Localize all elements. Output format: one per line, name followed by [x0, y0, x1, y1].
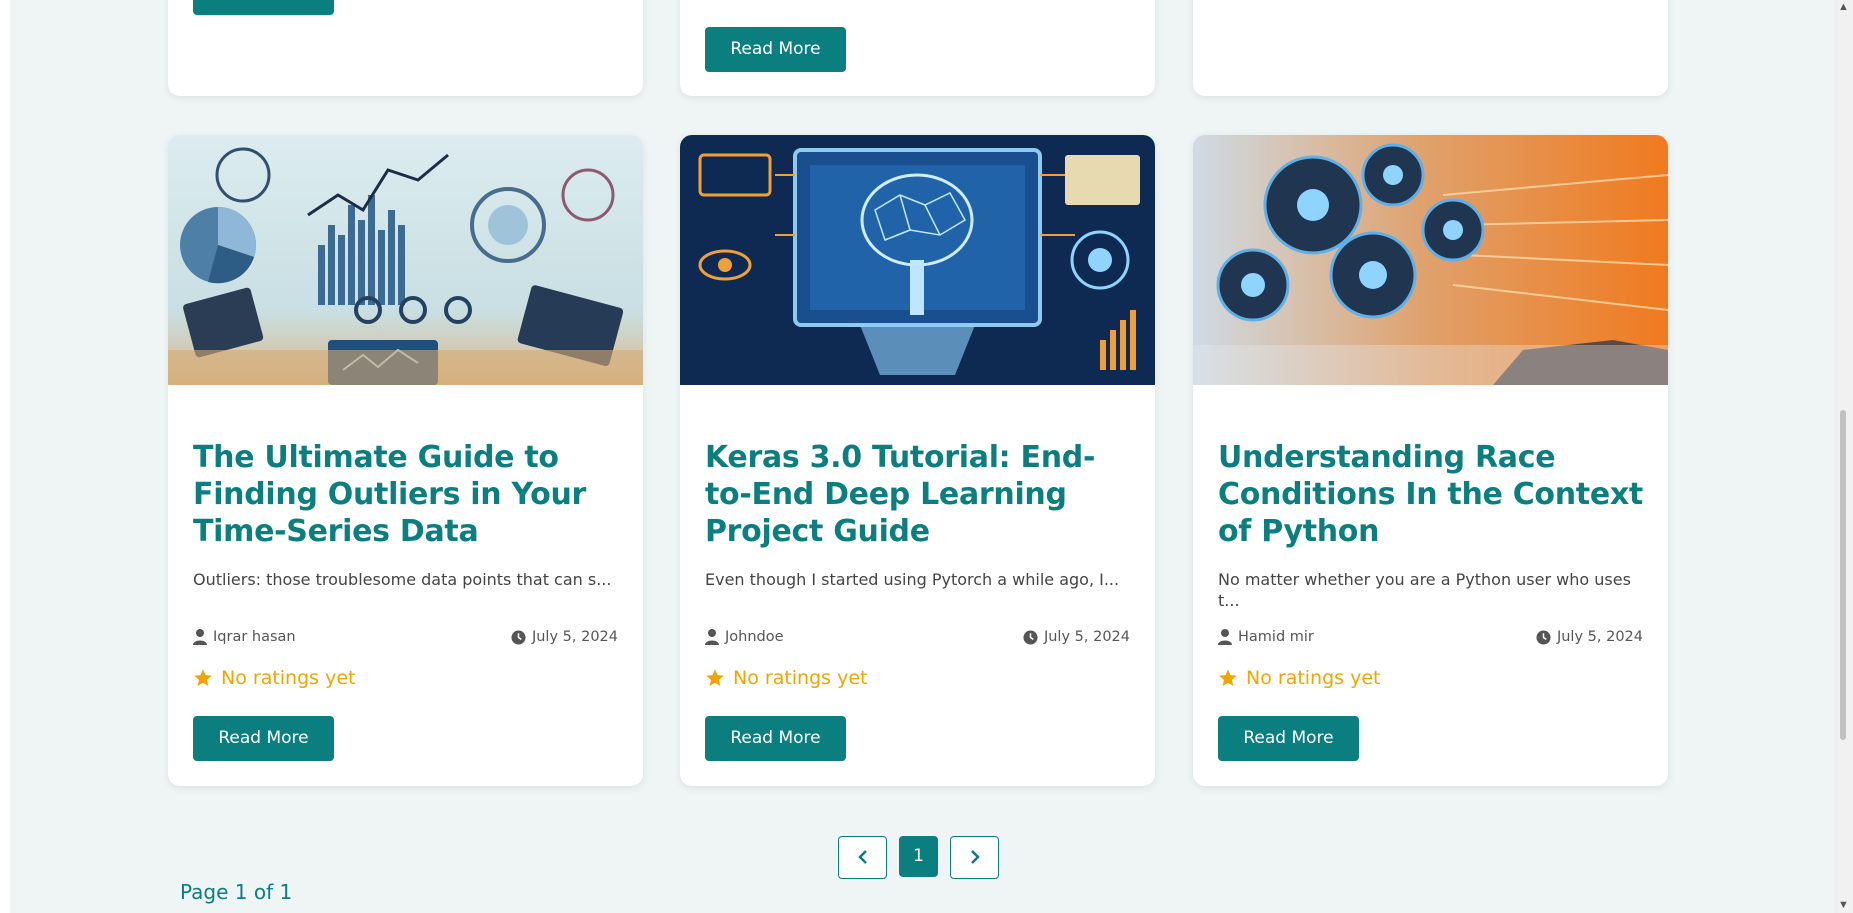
- scroll-down-icon[interactable]: ▼: [1834, 898, 1853, 912]
- post-card-top-3: [1193, 0, 1668, 96]
- pagination-next-button[interactable]: [950, 836, 999, 879]
- read-more-button[interactable]: Read More: [193, 716, 334, 761]
- rating-text: No ratings yet: [221, 667, 356, 689]
- post-title[interactable]: The Ultimate Guide to Finding Outliers i…: [193, 439, 628, 550]
- chevron-right-icon: [970, 850, 980, 864]
- read-more-button[interactable]: Read More: [1218, 716, 1359, 761]
- post-author: Iqrar hasan: [193, 629, 296, 645]
- chevron-left-icon: [857, 850, 867, 864]
- clock-icon: [1023, 629, 1038, 645]
- user-icon: [193, 629, 207, 645]
- post-thumbnail-image[interactable]: [168, 135, 643, 385]
- read-more-button[interactable]: Read More: [705, 716, 846, 761]
- author-name: Johndoe: [725, 629, 784, 645]
- post-date: July 5, 2024: [1023, 629, 1130, 645]
- user-icon: [705, 629, 719, 645]
- user-icon: [1218, 629, 1232, 645]
- rating-text: No ratings yet: [733, 667, 868, 689]
- post-rating: No ratings yet: [193, 667, 355, 689]
- post-rating: No ratings yet: [1218, 667, 1380, 689]
- post-date: July 5, 2024: [511, 629, 618, 645]
- star-icon: [1219, 669, 1237, 686]
- clock-icon: [1536, 629, 1551, 645]
- read-more-button[interactable]: Read More: [193, 0, 334, 15]
- date-text: July 5, 2024: [1556, 629, 1643, 645]
- post-rating: No ratings yet: [705, 667, 867, 689]
- author-name: Iqrar hasan: [213, 629, 296, 645]
- post-meta: Johndoe July 5, 2024: [705, 629, 1130, 649]
- star-icon: [706, 669, 724, 686]
- scrollbar-thumb[interactable]: [1840, 410, 1846, 740]
- post-date: July 5, 2024: [1536, 629, 1643, 645]
- post-title[interactable]: Understanding Race Conditions In the Con…: [1218, 439, 1653, 550]
- post-excerpt: No matter whether you are a Python user …: [1218, 570, 1631, 610]
- post-thumbnail-image[interactable]: [680, 135, 1155, 385]
- post-excerpt: Outliers: those troublesome data points …: [193, 570, 612, 589]
- post-thumbnail-image[interactable]: [1193, 135, 1668, 385]
- scroll-up-icon[interactable]: ▲: [1834, 0, 1853, 14]
- date-text: July 5, 2024: [1043, 629, 1130, 645]
- date-text: July 5, 2024: [531, 629, 618, 645]
- rating-text: No ratings yet: [1246, 667, 1381, 689]
- vertical-scrollbar[interactable]: ▲ ▼: [1834, 0, 1853, 913]
- left-edge: [0, 0, 10, 913]
- read-more-button[interactable]: Read More: [705, 27, 846, 72]
- post-card-top-2: Read More: [680, 0, 1155, 96]
- clock-icon: [511, 629, 526, 645]
- star-icon: [194, 669, 212, 686]
- post-card: Understanding Race Conditions In the Con…: [1193, 135, 1668, 786]
- post-author: Johndoe: [705, 629, 784, 645]
- post-card: The Ultimate Guide to Finding Outliers i…: [168, 135, 643, 786]
- post-card-top-1: Read More: [168, 0, 643, 96]
- post-card: Keras 3.0 Tutorial: End-to-End Deep Lear…: [680, 135, 1155, 786]
- page-info: Page 1 of 1: [180, 880, 293, 904]
- pagination-prev-button[interactable]: [838, 836, 887, 879]
- post-title[interactable]: Keras 3.0 Tutorial: End-to-End Deep Lear…: [705, 439, 1140, 550]
- post-excerpt: Even though I started using Pytorch a wh…: [705, 570, 1120, 589]
- post-author: Hamid mir: [1218, 629, 1314, 645]
- author-name: Hamid mir: [1238, 629, 1314, 645]
- post-meta: Hamid mir July 5, 2024: [1218, 629, 1643, 649]
- pagination-page-1[interactable]: 1: [899, 836, 938, 877]
- post-meta: Iqrar hasan July 5, 2024: [193, 629, 618, 649]
